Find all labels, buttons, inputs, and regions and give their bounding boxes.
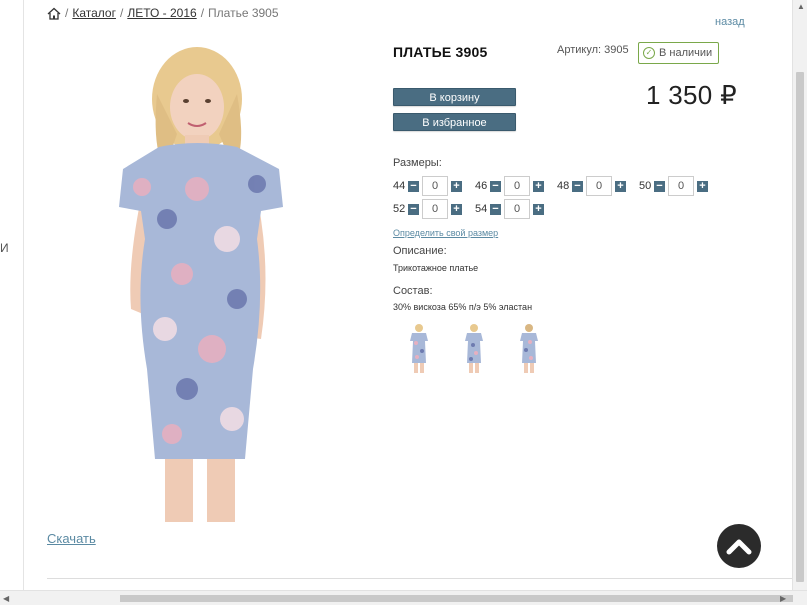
decrement-button[interactable]: − bbox=[408, 203, 419, 215]
size-selector-54: 54 − 0 + bbox=[475, 199, 557, 219]
add-to-cart-button[interactable]: В корзину bbox=[393, 88, 516, 106]
decrement-button[interactable]: − bbox=[572, 180, 583, 192]
breadcrumb-separator: / bbox=[65, 6, 69, 20]
size-selector-52: 52 − 0 + bbox=[393, 199, 475, 219]
breadcrumb-current: Платье 3905 bbox=[208, 6, 279, 20]
horizontal-scrollbar-thumb[interactable] bbox=[120, 595, 793, 602]
sizes-row-2: 52 − 0 + 54 − 0 + bbox=[393, 199, 557, 219]
product-image[interactable] bbox=[47, 39, 363, 522]
increment-button[interactable]: + bbox=[533, 180, 544, 192]
vertical-scrollbar[interactable]: ▲ bbox=[792, 0, 807, 590]
download-link[interactable]: Скачать bbox=[47, 531, 96, 546]
thumbnail[interactable] bbox=[507, 323, 551, 373]
vertical-scrollbar-thumb[interactable] bbox=[796, 72, 804, 582]
size-label: 46 bbox=[475, 180, 488, 192]
product-title: ПЛАТЬЕ 3905 bbox=[393, 44, 488, 60]
thumbnail-dress-image bbox=[520, 324, 538, 373]
product-sku: Артикул: 3905 bbox=[557, 44, 629, 56]
breadcrumb-link-catalog[interactable]: Каталог bbox=[72, 6, 116, 20]
left-sidebar-edge: И bbox=[0, 0, 24, 590]
add-to-favorites-button[interactable]: В избранное bbox=[393, 113, 516, 131]
thumbnail-gallery bbox=[397, 323, 551, 373]
scroll-right-arrow-icon[interactable]: ▶ bbox=[780, 594, 786, 603]
chevron-up-icon bbox=[726, 539, 752, 555]
sizes-row-1: 44 − 0 + 46 − 0 + 48 − 0 + 50 − 0 + bbox=[393, 176, 721, 196]
increment-button[interactable]: + bbox=[697, 180, 708, 192]
check-circle-icon: ✓ bbox=[643, 47, 655, 59]
size-selector-50: 50 − 0 + bbox=[639, 176, 721, 196]
composition-text: 30% вискоза 65% п/э 5% эластан bbox=[393, 302, 533, 312]
size-label: 50 bbox=[639, 180, 652, 192]
sidebar-text-fragment: И bbox=[0, 241, 9, 255]
size-label: 52 bbox=[393, 203, 406, 215]
size-label: 48 bbox=[557, 180, 570, 192]
breadcrumb-separator: / bbox=[119, 6, 124, 20]
custom-size-link[interactable]: Определить свой размер bbox=[393, 228, 498, 238]
description-text: Трикотажное платье bbox=[393, 263, 479, 273]
increment-button[interactable]: + bbox=[451, 180, 462, 192]
quantity-input[interactable]: 0 bbox=[504, 199, 530, 219]
breadcrumb: / Каталог / ЛЕТО - 2016 / Платье 3905 bbox=[47, 6, 279, 20]
divider bbox=[47, 578, 793, 579]
breadcrumb-link-summer-2016[interactable]: ЛЕТО - 2016 bbox=[127, 6, 196, 20]
thumbnail[interactable] bbox=[397, 323, 441, 373]
decrement-button[interactable]: − bbox=[490, 203, 501, 215]
scroll-up-arrow-icon[interactable]: ▲ bbox=[797, 2, 805, 11]
stock-badge: ✓ В наличии bbox=[638, 42, 720, 64]
size-label: 54 bbox=[475, 203, 488, 215]
product-price: 1 350 ₽ bbox=[646, 80, 737, 110]
increment-button[interactable]: + bbox=[451, 203, 462, 215]
size-selector-48: 48 − 0 + bbox=[557, 176, 639, 196]
composition-label: Состав: bbox=[393, 285, 433, 297]
quantity-input[interactable]: 0 bbox=[422, 176, 448, 196]
horizontal-scrollbar[interactable]: ◀ ▶ bbox=[0, 590, 807, 605]
back-link[interactable]: назад bbox=[715, 16, 745, 28]
size-label: 44 bbox=[393, 180, 406, 192]
decrement-button[interactable]: − bbox=[654, 180, 665, 192]
home-icon[interactable] bbox=[47, 7, 61, 20]
quantity-input[interactable]: 0 bbox=[586, 176, 612, 196]
quantity-input[interactable]: 0 bbox=[422, 199, 448, 219]
increment-button[interactable]: + bbox=[533, 203, 544, 215]
decrement-button[interactable]: − bbox=[408, 180, 419, 192]
dress-photo-illustration bbox=[119, 47, 283, 522]
thumbnail-dress-image bbox=[465, 324, 483, 373]
decrement-button[interactable]: − bbox=[490, 180, 501, 192]
stock-text: В наличии bbox=[659, 47, 713, 59]
quantity-input[interactable]: 0 bbox=[668, 176, 694, 196]
size-selector-46: 46 − 0 + bbox=[475, 176, 557, 196]
scroll-to-top-button[interactable] bbox=[717, 524, 761, 568]
breadcrumb-separator: / bbox=[200, 6, 205, 20]
scroll-left-arrow-icon[interactable]: ◀ bbox=[3, 594, 9, 603]
size-selector-44: 44 − 0 + bbox=[393, 176, 475, 196]
sizes-label: Размеры: bbox=[393, 157, 442, 169]
quantity-input[interactable]: 0 bbox=[504, 176, 530, 196]
description-label: Описание: bbox=[393, 245, 447, 257]
thumbnail[interactable] bbox=[452, 323, 496, 373]
increment-button[interactable]: + bbox=[615, 180, 626, 192]
thumbnail-dress-image bbox=[410, 324, 428, 373]
